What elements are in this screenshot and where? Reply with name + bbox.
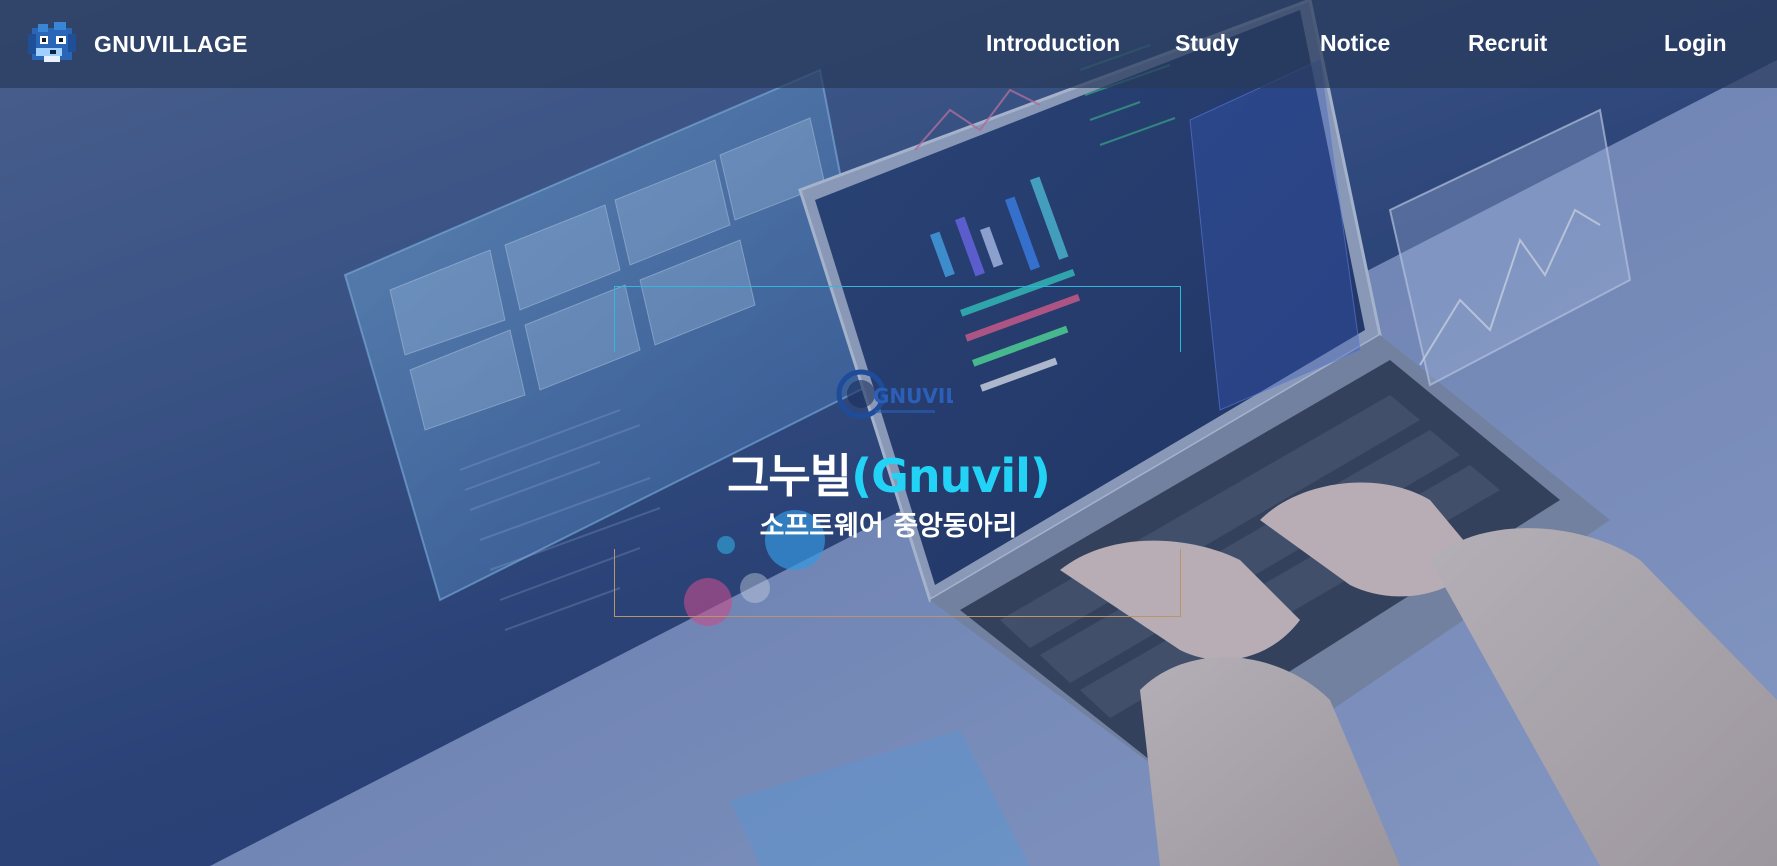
hero-background-image (0, 0, 1777, 866)
brand-name: GNUVILLAGE (94, 30, 248, 57)
hero-title-korean: 그누빌 (727, 449, 852, 503)
pixel-bird-logo-icon (28, 22, 76, 62)
background-illustration (0, 0, 1777, 866)
nav-login[interactable]: Login (1664, 30, 1727, 57)
hero-title-english: (Gnuvil) (851, 449, 1051, 503)
hero-subtitle: 소프트웨어 중앙동아리 (759, 511, 1018, 542)
nav-recruit[interactable]: Recruit (1468, 30, 1547, 57)
emblem-text: GNUVIL (873, 384, 953, 408)
hero-title: 그누빌(Gnuvil) (0, 440, 1777, 506)
brand-home-link[interactable]: GNUVILLAGE (24, 20, 248, 68)
nav-notice[interactable]: Notice (1320, 30, 1390, 57)
hero-frame-top (614, 286, 1181, 352)
gnuvil-emblem-icon: GNUVIL (836, 369, 953, 419)
nav-introduction[interactable]: Introduction (986, 30, 1120, 57)
page: GNUVILLAGE Introduction Study Notice Rec… (0, 0, 1777, 866)
top-navbar: GNUVILLAGE Introduction Study Notice Rec… (0, 0, 1777, 88)
nav-study[interactable]: Study (1175, 30, 1239, 57)
hero-frame-bottom (614, 549, 1181, 617)
